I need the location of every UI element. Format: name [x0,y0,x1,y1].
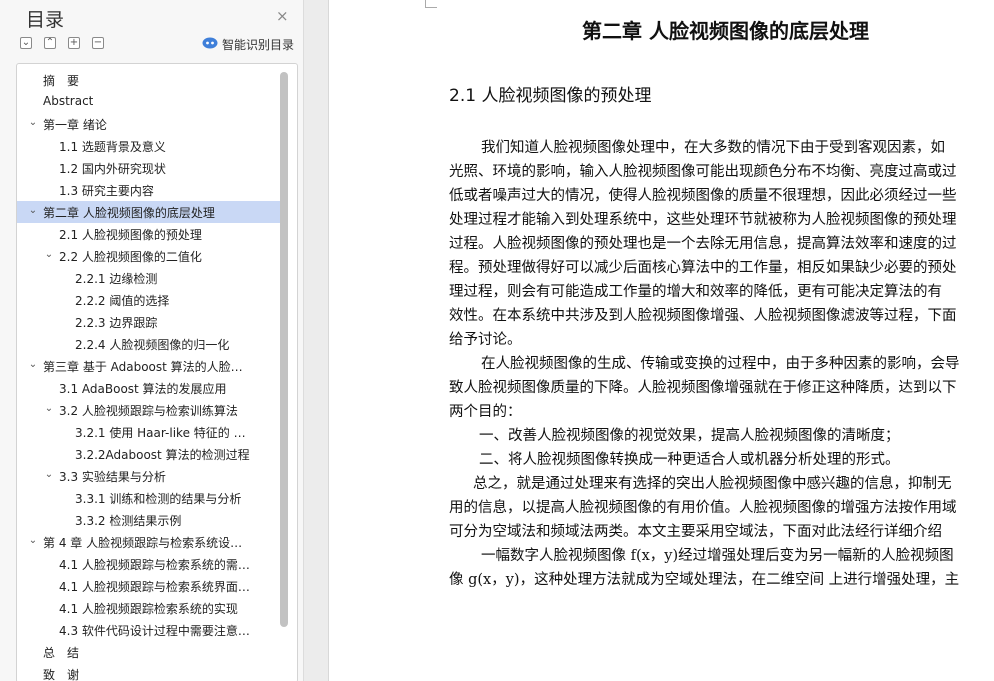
toc-item[interactable]: 3.1 AdaBoost 算法的发展应用 [17,377,285,399]
toc-item-label: 第一章 绪论 [43,118,107,132]
toc-item[interactable]: 4.1 人脸视频跟踪检索系统的实现 [17,597,285,619]
toc-item[interactable]: ⌄ 3.3 实验结果与分析 [17,465,285,487]
toc-item[interactable]: 摘 要 [17,69,285,91]
toc-item[interactable]: ⌄ 2.2 人脸视频图像的二值化 [17,245,285,267]
chevron-down-icon[interactable]: ⌄ [44,250,54,260]
smart-toc-button[interactable]: 智能识别目录 [222,36,294,53]
paragraph-line: 我们知道人脸视频图像处理中，在大多数的情况下由于受到客观因素，如 [481,140,945,156]
toc-item[interactable]: 1.2 国内外研究现状 [17,157,285,179]
toc-item-label: 摘 要 [43,74,80,88]
chapter-title: 第二章 人脸视频图像的底层处理 [582,19,869,43]
toc-item[interactable]: 2.1 人脸视频图像的预处理 [17,223,285,245]
chevron-down-icon[interactable]: ⌄ [44,470,54,480]
smart-recognize-icon[interactable] [202,37,218,49]
toc-item-label: 2.2.2 阈值的选择 [75,294,170,308]
toc-item-label: 2.2.1 边缘检测 [75,272,158,286]
toc-item-label: 2.1 人脸视频图像的预处理 [59,228,202,242]
chevron-down-icon[interactable]: ⌄ [28,360,38,370]
toc-item[interactable]: 3.2.2Adaboost 算法的检测过程 [17,443,285,465]
toc-item[interactable]: ⌄ 第 4 章 人脸视频跟踪与检索系统设计与 ... [17,531,285,553]
toc-sidebar: 目录 × ⌄ ⌃ + − 智能识别目录 摘 要 Abstract ⌄ 第一章 绪论 1.… [0,0,304,681]
toc-item[interactable]: ⌄ 第一章 绪论 [17,113,285,135]
toc-scrollbar[interactable] [280,72,288,627]
paragraph-line: 致人脸视频图像质量的下降。人脸视频图像增强就在于修正这种降质，达到以下 [449,380,957,396]
toc-item[interactable]: ⌄ 3.2 人脸视频跟踪与检索训练算法 [17,399,285,421]
toc-item-label: 第 4 章 人脸视频跟踪与检索系统设计与 ... [43,536,251,550]
toc-panel: 摘 要 Abstract ⌄ 第一章 绪论 1.1 选题背景及意义 1.2 国内外研究现状… [16,63,298,681]
toc-item-label: 1.3 研究主要内容 [59,184,154,198]
toc-item[interactable]: 4.1 人脸视频跟踪与检索系统的需求概 ... [17,553,285,575]
paragraph-line: 两个目的： [449,404,522,420]
toc-item-label: 3.3.2 检测结果示例 [75,514,182,528]
paragraph-line: 二、将人脸视频图像转换成一种更适合人或机器分析处理的形式。 [479,452,900,468]
toc-item-label: 2.2 人脸视频图像的二值化 [59,250,202,264]
toc-item[interactable]: 2.2.2 阈值的选择 [17,289,285,311]
toc-item[interactable]: 3.2.1 使用 Haar-like 特征的 Adab ... [17,421,285,443]
chevron-down-icon[interactable]: ⌄ [28,206,38,216]
paragraph-line: 用的信息，以提高人脸视频图像的有用价值。人脸视频图像的增强方法按作用域 [449,500,957,516]
toc-item-label: 致 谢 [43,668,80,681]
paragraph-line: 过程。人脸视频图像的预处理也是一个去除无用信息，提高算法效率和速度的过 [449,236,957,252]
paragraph-line: 效性。在本系统中共涉及到人脸视频图像增强、人脸视频图像滤波等过程，下面 [449,308,957,324]
chevron-down-icon[interactable]: ⌄ [28,118,38,128]
section-title: 2.1 人脸视频图像的预处理 [449,86,652,106]
paragraph-line: 一、改善人脸视频图像的视觉效果，提高人脸视频图像的清晰度； [479,428,900,444]
chevron-down-icon[interactable]: ⌄ [44,404,54,414]
expand-all-button[interactable]: ⌃ [44,37,56,49]
paragraph-line: 在人脸视频图像的生成、传输或变换的过程中，由于多种因素的影响，会导 [481,356,960,372]
toc-item-label: 4.1 人脸视频跟踪与检索系统界面设计 [59,580,251,594]
toc-item-label: 2.2.4 人脸视频图像的归一化 [75,338,230,352]
toc-item-label: 2.2.3 边界跟踪 [75,316,158,330]
remove-heading-button[interactable]: − [92,37,104,49]
toc-item[interactable]: 总 结 [17,641,285,663]
toc-item-label: 3.2.2Adaboost 算法的检测过程 [75,448,250,462]
toc-item[interactable]: ⌄ 第三章 基于 Adaboost 算法的人脸视频 ... [17,355,285,377]
toc-item[interactable]: Abstract [17,91,285,113]
toc-item-label: 4.3 软件代码设计过程中需要注意的问 ... [59,624,251,638]
toc-item-label: 1.1 选题背景及意义 [59,140,166,154]
toc-item-label: 3.3.1 训练和检测的结果与分析 [75,492,242,506]
toc-item-label: 第三章 基于 Adaboost 算法的人脸视频 ... [43,360,251,374]
close-icon[interactable]: × [276,8,289,24]
toc-item[interactable]: 2.2.4 人脸视频图像的归一化 [17,333,285,355]
chevron-down-icon[interactable]: ⌄ [28,536,38,546]
paragraph-line: 处理过程才能输入到处理系统中，这些处理环节就被称为人脸视频图像的预处理 [449,212,957,228]
toc-item[interactable]: 1.3 研究主要内容 [17,179,285,201]
paragraph-line: 光照、环境的影响，输入人脸视频图像可能出现颜色分布不均衡、亮度过高或过 [449,164,957,180]
toc-item[interactable]: 3.3.2 检测结果示例 [17,509,285,531]
toc-item[interactable]: 4.3 软件代码设计过程中需要注意的问 ... [17,619,285,641]
paragraph-line: 一幅数字人脸视频图像 f(x，y)经过增强处理后变为另一幅新的人脸视频图 [481,548,954,564]
toc-item[interactable]: 3.3.1 训练和检测的结果与分析 [17,487,285,509]
toc-item-label: 总 结 [43,646,80,660]
add-heading-button[interactable]: + [68,37,80,49]
page-corner-mark [425,0,437,8]
toc-item-label: 3.2.1 使用 Haar-like 特征的 Adab ... [75,426,251,440]
toc-item[interactable]: 4.1 人脸视频跟踪与检索系统界面设计 [17,575,285,597]
paragraph-line: 像 g(x，y)，这种处理方法就成为空域处理法，在二维空间 上进行增强处理，主 [449,572,960,588]
toc-item[interactable]: 1.1 选题背景及意义 [17,135,285,157]
paragraph-line: 可分为空域法和频域法两类。本文主要采用空域法，下面对此法经行详细介绍 [449,524,942,540]
paragraph-line: 总之，就是通过处理来有选择的突出人脸视频图像中感兴趣的信息，抑制无 [473,476,952,492]
paragraph-line: 程。预处理做得好可以减少后面核心算法中的工作量，相反如果缺少必要的预处 [449,260,957,276]
toc-item[interactable]: 2.2.1 边缘检测 [17,267,285,289]
toc-item-label: 1.2 国内外研究现状 [59,162,166,176]
toc-item-label: Abstract [43,94,94,108]
toc-item-label: 3.2 人脸视频跟踪与检索训练算法 [59,404,238,418]
toc-item[interactable]: 2.2.3 边界跟踪 [17,311,285,333]
toc-item-label: 4.1 人脸视频跟踪检索系统的实现 [59,602,238,616]
toc-item-label: 3.1 AdaBoost 算法的发展应用 [59,382,227,396]
toc-item-label: 4.1 人脸视频跟踪与检索系统的需求概 ... [59,558,251,572]
sidebar-title: 目录 [26,9,65,31]
toc-item-label: 3.3 实验结果与分析 [59,470,166,484]
collapse-all-button[interactable]: ⌄ [20,37,32,49]
toc-item-label: 第二章 人脸视频图像的底层处理 [43,206,215,220]
document-page[interactable]: 第二章 人脸视频图像的底层处理 2.1 人脸视频图像的预处理 我们知道人脸视频图… [328,0,994,681]
paragraph-line: 理过程，则会有可能造成工作量的增大和效率的降低，更有可能决定算法的有 [449,284,942,300]
paragraph-line: 低或者噪声过大的情况，使得人脸视频图像的质量不很理想，因此必须经过一些 [449,188,957,204]
toc-item[interactable]: ⌄ 第二章 人脸视频图像的底层处理 [17,201,285,223]
paragraph-line: 给予讨论。 [449,332,522,348]
toc-item[interactable]: 致 谢 [17,663,285,681]
